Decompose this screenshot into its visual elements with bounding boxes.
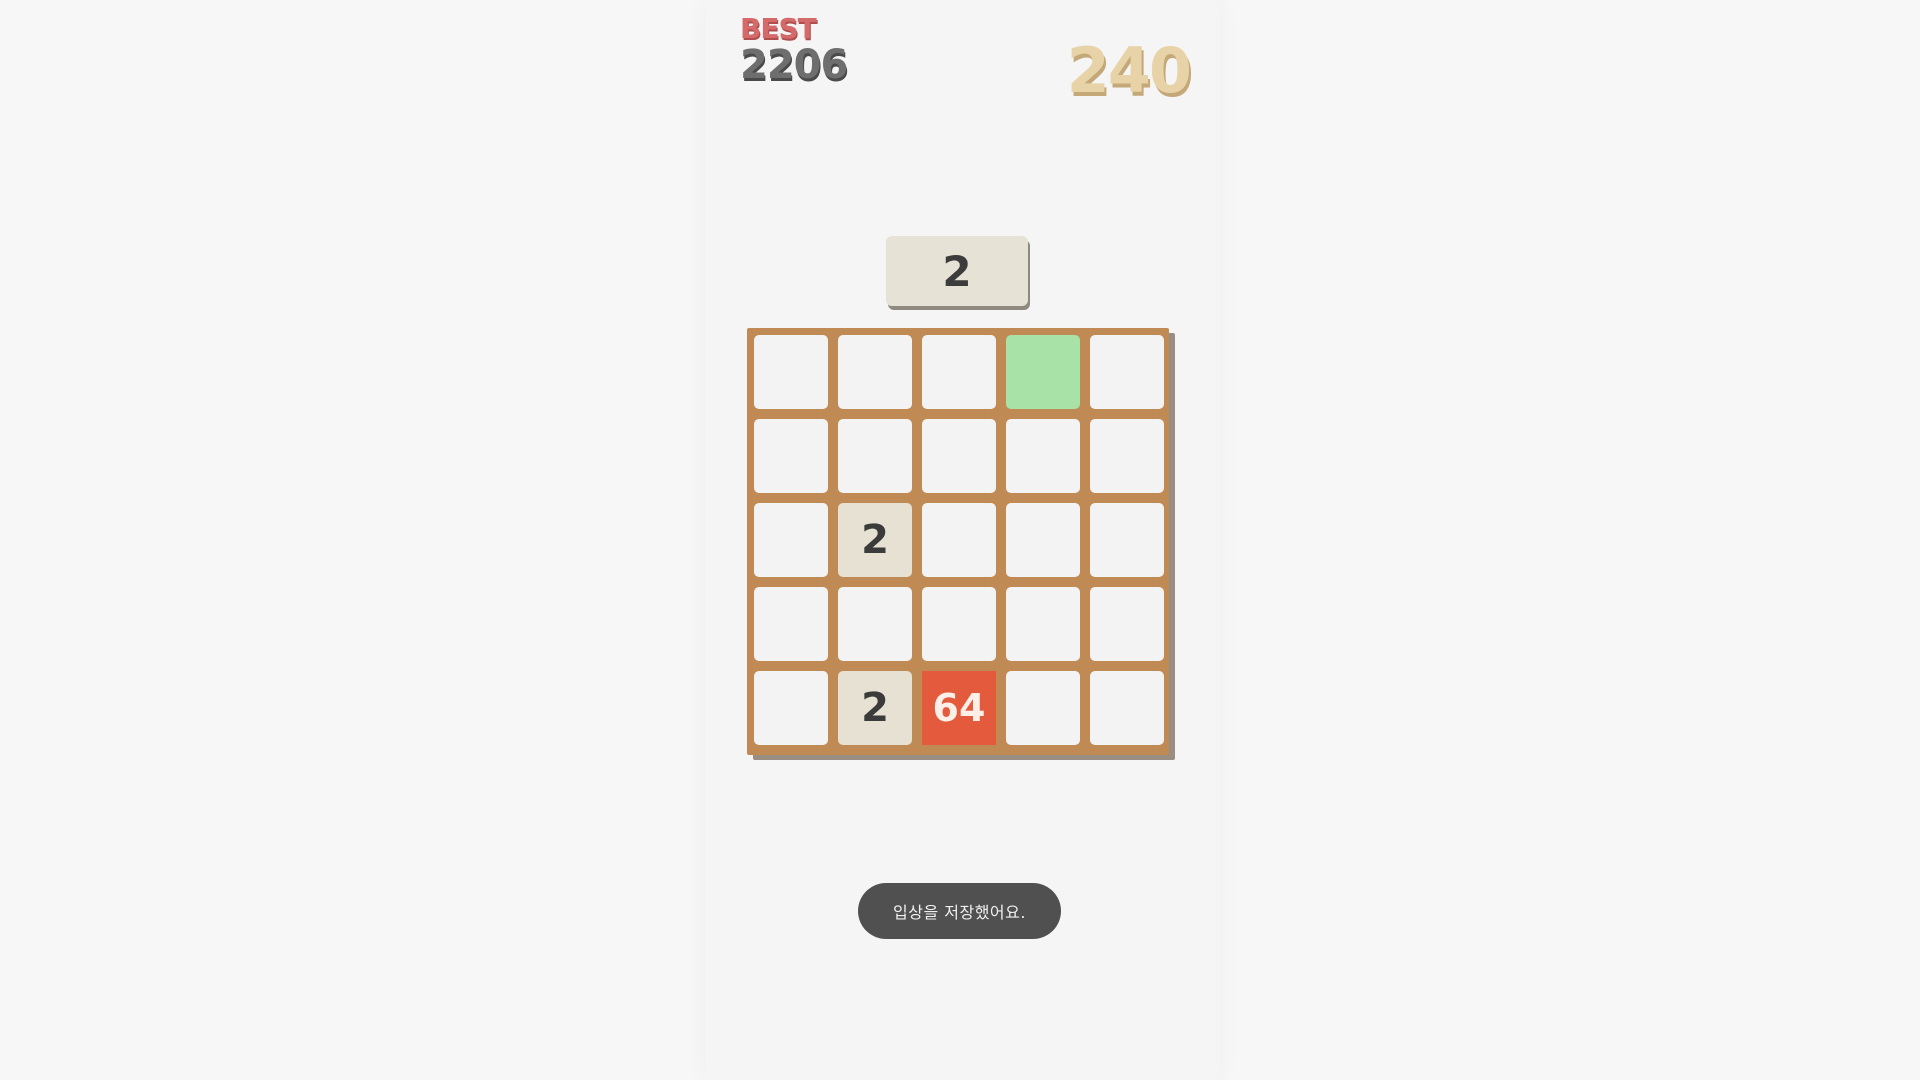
board-cell[interactable] [754,503,828,577]
board-cell[interactable] [838,335,912,409]
board-cell[interactable] [922,335,996,409]
board-cell-highlighted[interactable] [1006,335,1080,409]
board-cell[interactable] [1090,671,1164,745]
board-cell[interactable] [1090,419,1164,493]
board-cell[interactable] [838,419,912,493]
best-score-value: 2206 [740,42,848,88]
current-score: 240 [1066,34,1192,107]
board-cell[interactable] [1006,419,1080,493]
toast-message: 입상을 저장했어요. [858,883,1061,939]
board-cell[interactable] [754,335,828,409]
game-screen: BEST 2206 240 2 2 2 64 입상을 저장했어요. [0,0,1920,1080]
board-cell[interactable] [922,587,996,661]
board-cell[interactable] [838,587,912,661]
board-cell[interactable] [1090,587,1164,661]
tile-2[interactable]: 2 [838,671,912,745]
tile-2[interactable]: 2 [838,503,912,577]
board-cell[interactable] [1006,671,1080,745]
next-tile[interactable]: 2 [886,236,1028,306]
board-cell[interactable] [754,419,828,493]
game-board[interactable]: 2 2 64 [747,328,1169,755]
board-cell[interactable] [1006,587,1080,661]
board-cell[interactable] [922,419,996,493]
board-cell[interactable] [1090,503,1164,577]
board-cell[interactable] [1006,503,1080,577]
board-cell[interactable] [1090,335,1164,409]
board-cell[interactable] [754,671,828,745]
board-cell[interactable] [922,503,996,577]
board-cell[interactable] [754,587,828,661]
tile-64[interactable]: 64 [922,671,996,745]
best-score-label: BEST [740,12,817,45]
